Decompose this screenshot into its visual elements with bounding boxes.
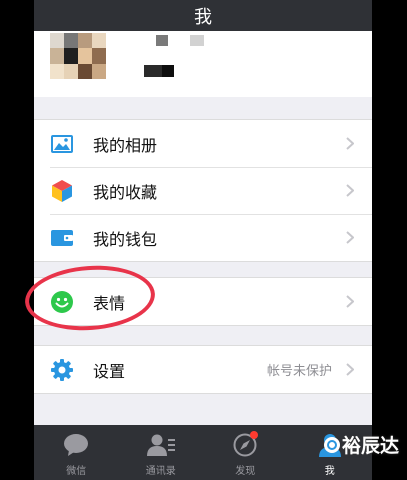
menu-group-stickers: 表情 — [34, 277, 372, 326]
tab-chats[interactable]: 微信 — [34, 425, 119, 480]
menu-item-stickers[interactable]: 表情 — [34, 278, 372, 325]
menu-item-label: 设置 — [93, 361, 126, 381]
chevron-right-icon — [338, 231, 362, 244]
wallet-icon — [50, 226, 74, 250]
favorites-cube-icon — [50, 179, 74, 203]
account-protection-status: 帐号未保护 — [266, 364, 332, 379]
watermark-logo-icon — [323, 436, 340, 453]
tab-discover[interactable]: 发现 — [203, 425, 288, 480]
watermark-text: 裕辰达 — [341, 435, 399, 457]
menu-item-album[interactable]: 我的相册 — [34, 120, 372, 167]
tab-label: 通讯录 — [145, 466, 176, 477]
account-id-redacted — [162, 65, 174, 77]
menu-item-label: 我的相册 — [93, 135, 158, 155]
avatar[interactable] — [50, 33, 106, 79]
menu-group-settings: 设置 帐号未保护 — [34, 345, 372, 394]
menu-group-personal: 我的相册 我的收藏 我的钱包 — [34, 119, 372, 262]
tab-label: 微信 — [66, 466, 87, 477]
navigation-bar: 我 — [34, 0, 372, 31]
menu-item-label: 我的收藏 — [93, 182, 158, 202]
chevron-right-icon — [338, 137, 362, 150]
menu-item-label: 我的钱包 — [93, 229, 158, 249]
chat-bubble-icon — [62, 431, 90, 459]
nickname-redacted — [190, 35, 204, 46]
gear-icon — [50, 358, 74, 382]
menu-item-wallet[interactable]: 我的钱包 — [34, 214, 372, 261]
menu-item-settings[interactable]: 设置 帐号未保护 — [34, 346, 372, 393]
chevron-right-icon — [338, 184, 362, 197]
tab-contacts[interactable]: 通讯录 — [119, 425, 204, 480]
profile-header[interactable] — [34, 31, 372, 97]
nickname-redacted — [156, 35, 168, 46]
contacts-icon — [146, 431, 175, 459]
account-id-redacted — [144, 65, 162, 77]
tab-label: 发现 — [235, 466, 256, 477]
watermark: 裕辰达 — [323, 431, 399, 458]
tab-bar: 微信 通讯录 发现 我 — [34, 425, 372, 480]
tab-label: 我 — [324, 466, 335, 477]
menu-item-label: 表情 — [93, 293, 126, 313]
photo-album-icon — [50, 132, 74, 156]
chevron-right-icon — [338, 295, 362, 308]
smiley-icon — [50, 290, 74, 314]
compass-icon — [231, 431, 259, 459]
chevron-right-icon — [338, 363, 362, 376]
phone-screen: 我 我的相册 我的收藏 我的钱包 表情 设置 帐号未保护 微信 通讯录 发现 我 — [34, 0, 372, 480]
page-title: 我 — [194, 6, 212, 28]
menu-item-favorites[interactable]: 我的收藏 — [34, 167, 372, 214]
